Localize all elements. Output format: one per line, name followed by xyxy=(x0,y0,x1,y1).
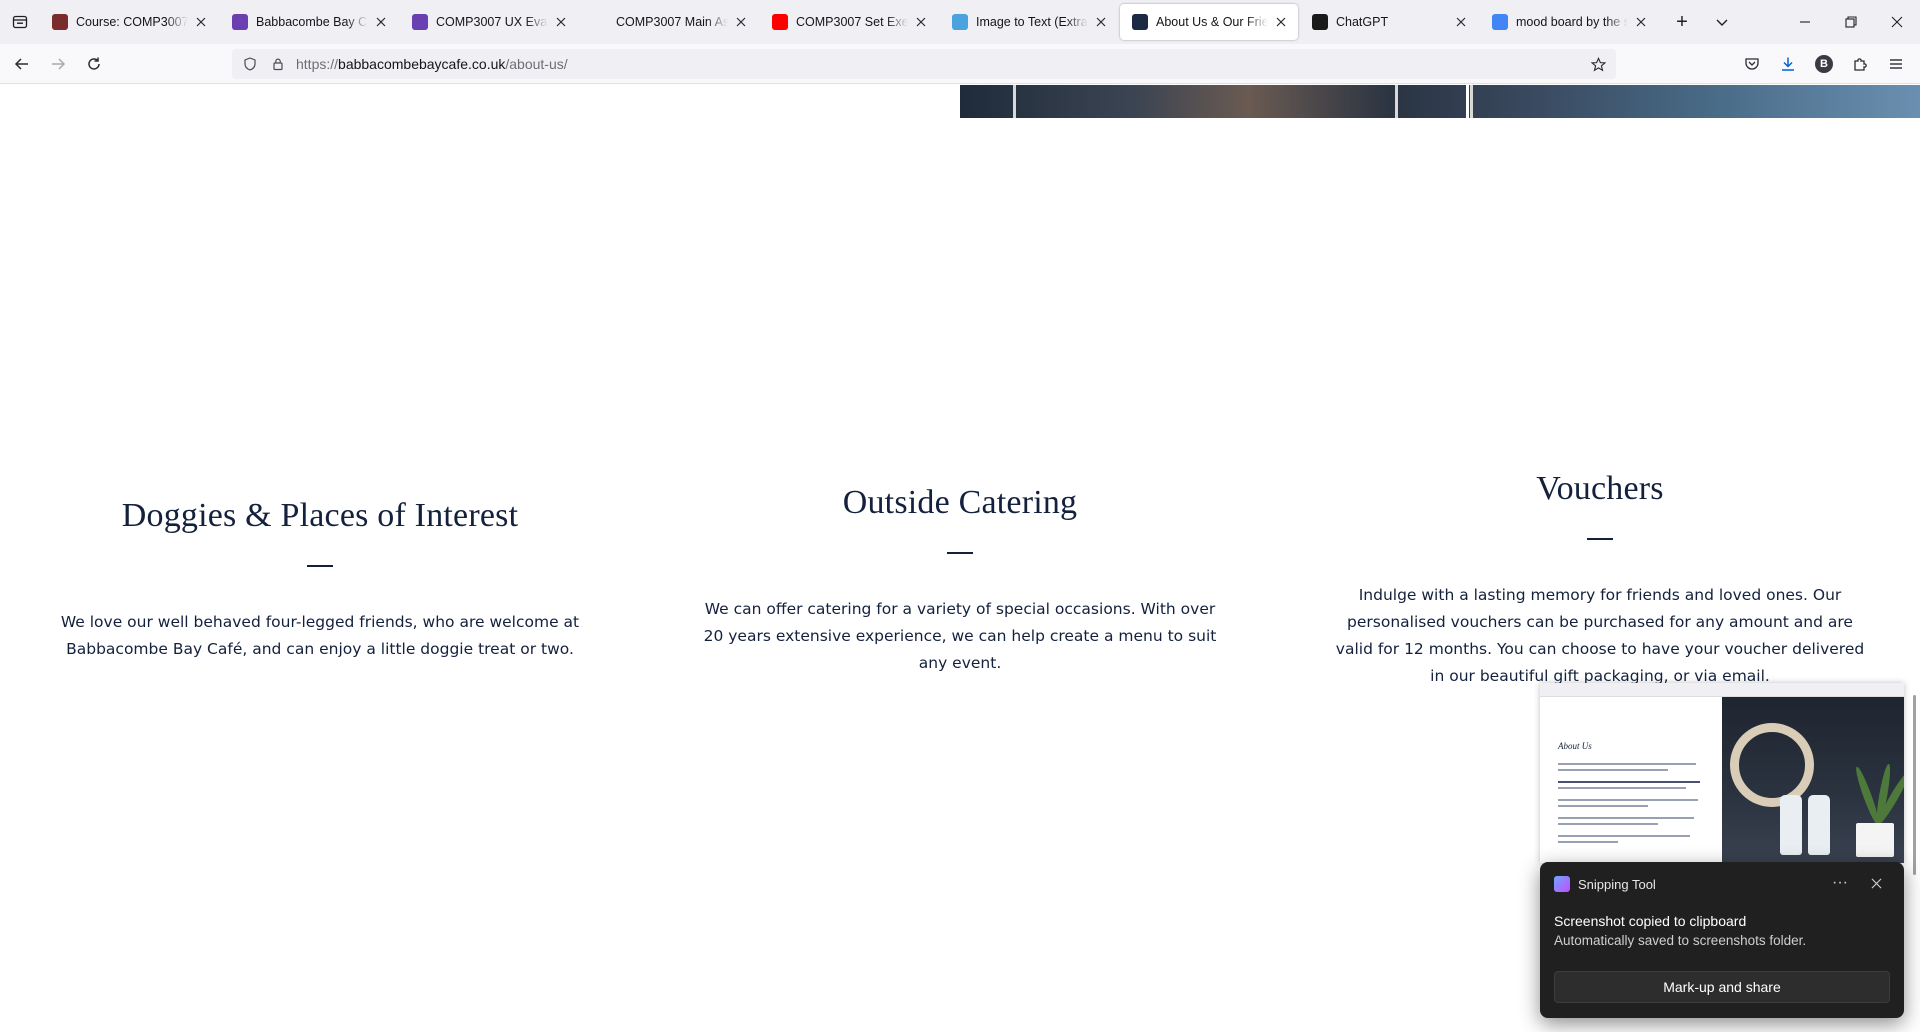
tab-title: Babbacombe Bay Cafe xyxy=(256,15,368,29)
tab-bar: Course: COMP3007 HC Babbacombe Bay Cafe CO… xyxy=(0,0,1920,44)
close-tab-icon[interactable] xyxy=(1092,13,1110,31)
bookmark-star-icon[interactable] xyxy=(1584,56,1612,72)
doggies-text: We love our well behaved four-legged fri… xyxy=(60,613,580,658)
forward-arrow-icon[interactable] xyxy=(42,48,74,80)
tab-title: COMP3007 UX Evaluati xyxy=(436,15,548,29)
new-tab-plus-icon[interactable]: + xyxy=(1662,0,1702,44)
browser-tab[interactable]: mood board by the sea xyxy=(1480,4,1658,40)
blank-favicon-icon xyxy=(592,14,608,30)
youtube-icon xyxy=(772,14,788,30)
url-scheme: https:// xyxy=(296,56,339,72)
close-tab-icon[interactable] xyxy=(372,13,390,31)
close-tab-icon[interactable] xyxy=(732,13,750,31)
heading-divider xyxy=(1587,538,1613,540)
reload-icon[interactable] xyxy=(78,48,110,80)
babbacombe-site-icon xyxy=(1132,14,1148,30)
mark-up-and-share-button[interactable]: Mark-up and share xyxy=(1554,971,1890,1003)
snipping-tool-app-icon xyxy=(1554,876,1570,892)
account-avatar[interactable]: B xyxy=(1808,48,1840,80)
url-text[interactable]: https://babbacombebaycafe.co.uk/about-us… xyxy=(296,56,568,72)
back-arrow-icon[interactable] xyxy=(6,48,38,80)
tab-strip: Course: COMP3007 HC Babbacombe Bay Cafe CO… xyxy=(40,4,1658,40)
browser-tab[interactable]: About Us & Our Friend xyxy=(1120,4,1298,40)
heading-divider xyxy=(947,552,973,554)
close-tab-icon[interactable] xyxy=(912,13,930,31)
close-tab-icon[interactable] xyxy=(1632,13,1650,31)
firefox-view-icon[interactable] xyxy=(0,0,40,44)
close-tab-icon[interactable] xyxy=(1452,13,1470,31)
forms-icon xyxy=(412,14,428,30)
outside-catering-section: Outside Catering We can offer catering f… xyxy=(680,484,1240,677)
list-all-tabs-chevron-icon[interactable] xyxy=(1702,0,1742,44)
notification-app-name: Snipping Tool xyxy=(1578,877,1656,892)
ship-wheel-icon xyxy=(1730,723,1814,807)
pocket-icon[interactable] xyxy=(1736,48,1768,80)
padlock-icon[interactable] xyxy=(264,57,292,71)
preview-heading: About Us xyxy=(1558,741,1592,751)
doggies-section: Doggies & Places of Interest We love our… xyxy=(40,497,600,663)
close-tab-icon[interactable] xyxy=(1272,13,1290,31)
tab-title: Course: COMP3007 HC xyxy=(76,15,188,29)
preview-photo xyxy=(1722,697,1904,863)
page-scrollbar-thumb[interactable] xyxy=(1913,695,1916,875)
restore-window-icon[interactable] xyxy=(1828,0,1874,44)
navigation-toolbar: https://babbacombebaycafe.co.uk/about-us… xyxy=(0,44,1920,84)
vouchers-text: Indulge with a lasting memory for friend… xyxy=(1335,586,1865,685)
address-bar[interactable]: https://babbacombebaycafe.co.uk/about-us… xyxy=(232,49,1616,79)
browser-tab[interactable]: Image to Text (Extract T xyxy=(940,4,1118,40)
browser-tab[interactable]: Babbacombe Bay Cafe xyxy=(220,4,398,40)
vouchers-section: Vouchers Indulge with a lasting memory f… xyxy=(1320,470,1880,690)
notification-subtitle: Automatically saved to screenshots folde… xyxy=(1554,933,1807,948)
outside-catering-text: We can offer catering for a variety of s… xyxy=(703,600,1217,672)
heading-divider xyxy=(307,565,333,567)
account-initial: B xyxy=(1815,55,1833,73)
tab-title: COMP3007 Main Asses xyxy=(616,15,728,29)
tracking-protection-shield-icon[interactable] xyxy=(236,57,264,71)
preview-document: About Us xyxy=(1540,697,1722,863)
hero-image xyxy=(960,85,1920,118)
snipping-tool-notification: Snipping Tool ··· Screenshot copied to c… xyxy=(1540,862,1904,1018)
tab-title: mood board by the sea xyxy=(1516,15,1628,29)
vouchers-heading: Vouchers xyxy=(1536,470,1664,507)
google-icon xyxy=(1492,14,1508,30)
tab-title: ChatGPT xyxy=(1336,15,1448,29)
more-options-icon[interactable]: ··· xyxy=(1826,871,1854,895)
screenshot-preview-thumbnail[interactable]: About Us xyxy=(1540,683,1904,863)
notification-title: Screenshot copied to clipboard xyxy=(1554,913,1747,929)
browser-tab[interactable]: COMP3007 UX Evaluati xyxy=(400,4,578,40)
extensions-puzzle-icon[interactable] xyxy=(1844,48,1876,80)
close-tab-icon[interactable] xyxy=(192,13,210,31)
doggies-heading: Doggies & Places of Interest xyxy=(121,497,519,534)
app-menu-hamburger-icon[interactable] xyxy=(1880,48,1912,80)
minimize-window-icon[interactable] xyxy=(1782,0,1828,44)
url-host: babbacombebaycafe.co.uk xyxy=(338,56,506,72)
tab-title: About Us & Our Friend xyxy=(1156,15,1268,29)
browser-tab[interactable]: COMP3007 Set Exercise xyxy=(760,4,938,40)
forms-icon xyxy=(232,14,248,30)
tab-title: COMP3007 Set Exercise xyxy=(796,15,908,29)
close-window-icon[interactable] xyxy=(1874,0,1920,44)
browser-tab[interactable]: ChatGPT xyxy=(1300,4,1478,40)
downloads-icon[interactable] xyxy=(1772,48,1804,80)
outside-catering-heading: Outside Catering xyxy=(842,484,1078,521)
browser-tab[interactable]: Course: COMP3007 HC xyxy=(40,4,218,40)
tab-title: Image to Text (Extract T xyxy=(976,15,1088,29)
image-to-text-icon xyxy=(952,14,968,30)
chatgpt-icon xyxy=(1312,14,1328,30)
close-notification-icon[interactable] xyxy=(1862,871,1890,895)
browser-tab[interactable]: COMP3007 Main Asses xyxy=(580,4,758,40)
university-crest-icon xyxy=(52,14,68,30)
url-path: /about-us/ xyxy=(505,56,568,72)
close-tab-icon[interactable] xyxy=(552,13,570,31)
